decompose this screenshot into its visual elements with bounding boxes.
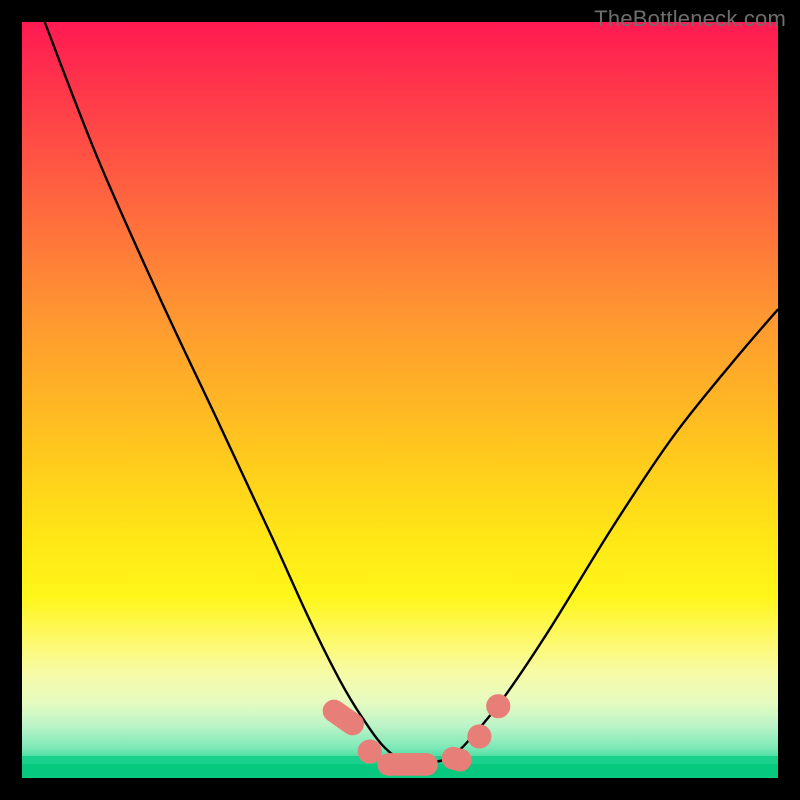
curve-marker-pill [377,753,438,776]
curve-marker-pill [318,695,368,740]
bottleneck-curve [45,22,778,764]
curve-markers [318,694,510,776]
watermark-text: TheBottleneck.com [594,6,786,32]
curve-marker-pill [439,744,474,774]
curve-marker-dot [358,739,382,763]
curve-marker-dot [486,694,510,718]
chart-frame: TheBottleneck.com [0,0,800,800]
curve-layer [22,22,778,778]
curve-marker-dot [467,724,491,748]
